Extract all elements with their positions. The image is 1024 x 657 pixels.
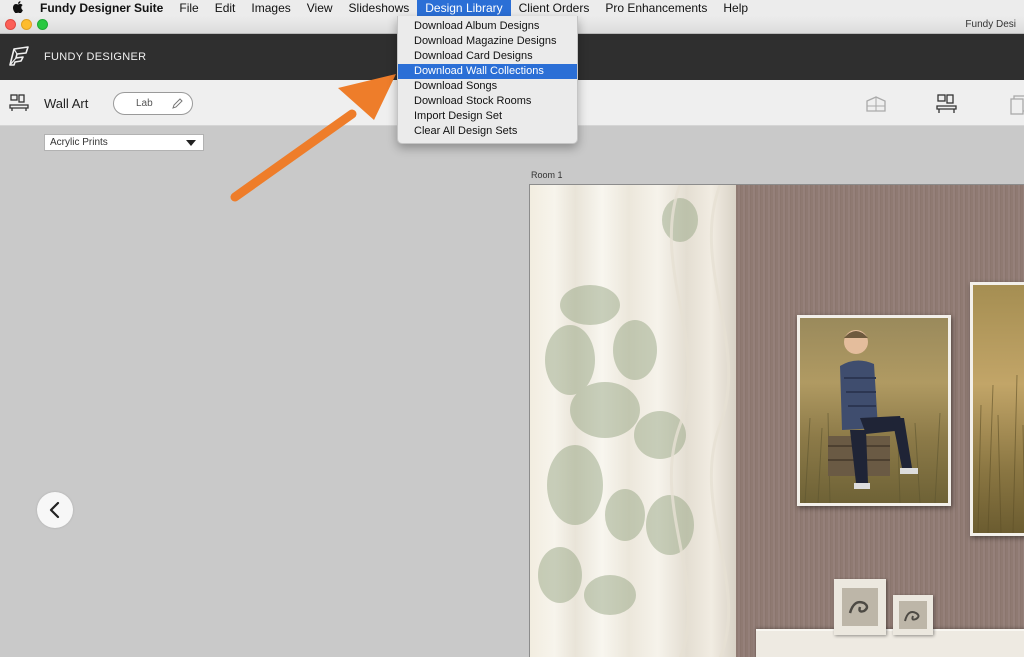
menu-item-download-magazine-designs[interactable]: Download Magazine Designs — [398, 34, 577, 49]
menu-app-name[interactable]: Fundy Designer Suite — [36, 0, 171, 16]
chevron-down-icon — [186, 140, 196, 146]
menu-item-download-card-designs[interactable]: Download Card Designs — [398, 49, 577, 64]
product-type-select[interactable]: Acrylic Prints — [44, 134, 204, 151]
boy-portrait-image — [804, 330, 941, 503]
window-leaves-image — [538, 185, 731, 657]
previous-room-button[interactable] — [37, 492, 73, 528]
room-preview[interactable] — [529, 184, 1024, 657]
menu-pro-enhancements[interactable]: Pro Enhancements — [597, 0, 715, 16]
card-view-icon[interactable] — [1008, 93, 1024, 115]
wall-photo-boy[interactable] — [797, 315, 951, 506]
wall-art-view-icon[interactable] — [935, 93, 959, 115]
desk-frame-large — [834, 579, 886, 635]
menu-client-orders[interactable]: Client Orders — [511, 0, 598, 16]
field-photo-image — [977, 374, 1024, 533]
window-title: Fundy Desi — [965, 19, 1016, 30]
pencil-icon — [172, 98, 183, 109]
lab-label: Lab — [136, 98, 153, 109]
app-name-label: FUNDY DESIGNER — [44, 51, 147, 63]
section-title: Wall Art — [44, 96, 89, 111]
menu-view[interactable]: View — [299, 0, 341, 16]
menu-file[interactable]: File — [171, 0, 206, 16]
fundy-logo-icon — [9, 46, 29, 66]
wall-art-icon[interactable] — [9, 94, 29, 112]
close-window-button[interactable] — [5, 19, 16, 30]
product-type-value: Acrylic Prints — [50, 137, 108, 148]
menu-item-download-album-designs[interactable]: Download Album Designs — [398, 19, 577, 34]
apple-logo-icon[interactable] — [0, 0, 36, 16]
menu-item-download-stock-rooms[interactable]: Download Stock Rooms — [398, 94, 577, 109]
menu-item-clear-all-design-sets[interactable]: Clear All Design Sets — [398, 124, 577, 139]
menu-edit[interactable]: Edit — [207, 0, 244, 16]
menu-design-library[interactable]: Design Library — [417, 0, 511, 16]
menu-item-download-wall-collections[interactable]: Download Wall Collections — [398, 64, 577, 79]
desk-frame-small — [893, 595, 933, 635]
menu-item-import-design-set[interactable]: Import Design Set — [398, 109, 577, 124]
room-label: Room 1 — [531, 170, 563, 180]
minimize-window-button[interactable] — [21, 19, 32, 30]
dresser-image — [756, 629, 1024, 657]
menu-help[interactable]: Help — [715, 0, 756, 16]
menu-item-download-songs[interactable]: Download Songs — [398, 79, 577, 94]
chevron-left-icon — [49, 501, 60, 519]
zoom-window-button[interactable] — [37, 19, 48, 30]
lab-selector-button[interactable]: Lab — [113, 92, 193, 115]
menu-images[interactable]: Images — [243, 0, 298, 16]
design-library-dropdown: Download Album Designs Download Magazine… — [397, 16, 578, 144]
wall-photo-field[interactable] — [970, 282, 1024, 536]
album-view-icon[interactable] — [864, 93, 888, 115]
menu-slideshows[interactable]: Slideshows — [341, 0, 418, 16]
menu-bar: Fundy Designer Suite File Edit Images Vi… — [0, 0, 1024, 16]
